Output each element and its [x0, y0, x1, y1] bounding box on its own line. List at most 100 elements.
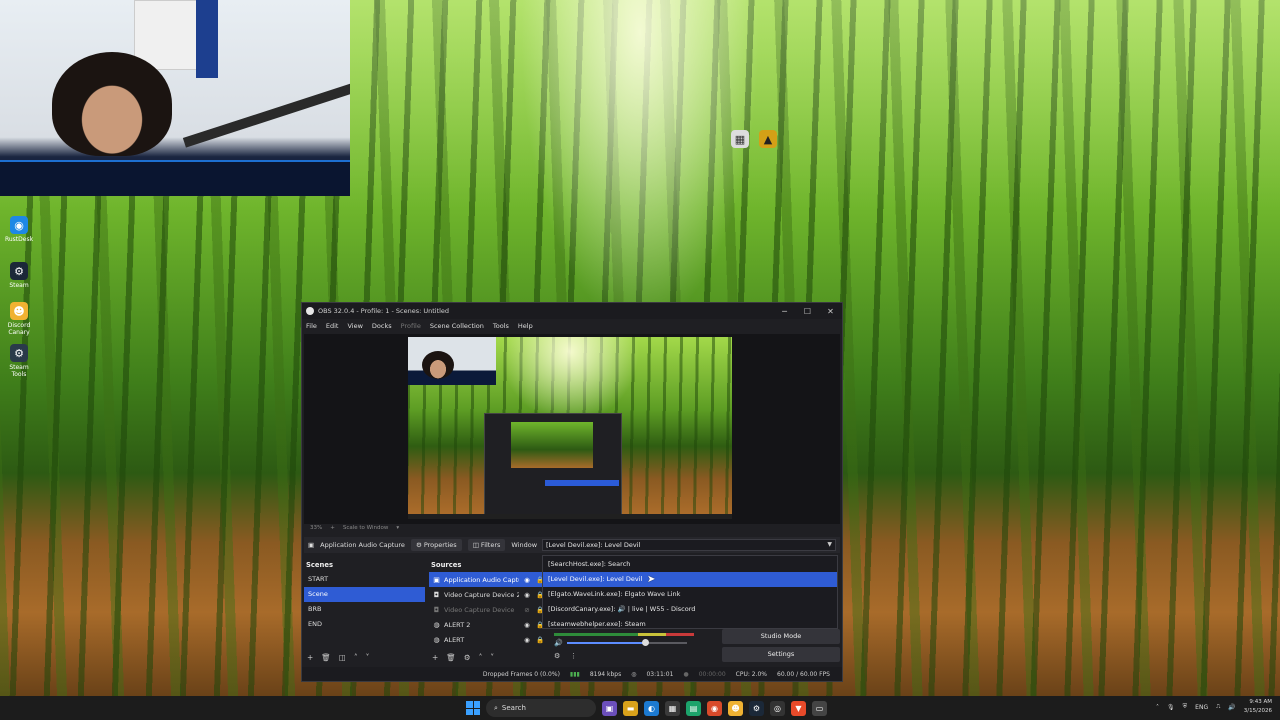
- eye-icon[interactable]: ◉: [522, 621, 532, 629]
- eye-icon[interactable]: ◉: [522, 576, 532, 584]
- store-icon[interactable]: ▦: [665, 700, 680, 716]
- desktop-icon-discord-canary[interactable]: ☻ Discord Canary: [1, 302, 37, 336]
- scale-label[interactable]: Scale to Window: [343, 525, 389, 531]
- zoom-label[interactable]: 33%: [310, 525, 322, 531]
- move-up-icon[interactable]: ˄: [354, 653, 358, 662]
- speaker-icon[interactable]: 🔊: [554, 639, 563, 647]
- plus-icon[interactable]: +: [330, 525, 335, 531]
- preview-status-row: 33% + Scale to Window ▾: [310, 525, 399, 531]
- move-down-icon[interactable]: ˅: [490, 653, 494, 662]
- camera-icon: ◘: [433, 590, 440, 599]
- add-icon[interactable]: +: [432, 653, 438, 662]
- menu-file[interactable]: File: [306, 322, 317, 330]
- gear-icon[interactable]: ⚙: [464, 653, 471, 662]
- menu-scene-collection[interactable]: Scene Collection: [430, 322, 484, 330]
- window-dropdown-list: [SearchHost.exe]: Search [Level Devil.ex…: [542, 555, 838, 629]
- trash-icon[interactable]: 🗑: [321, 653, 331, 662]
- add-icon[interactable]: +: [307, 653, 313, 662]
- lock-icon[interactable]: 🔒: [535, 636, 545, 644]
- file-explorer-icon[interactable]: ▬: [623, 700, 638, 716]
- menu-view[interactable]: View: [347, 322, 362, 330]
- eye-hidden-icon[interactable]: ⊘: [522, 606, 532, 614]
- taskbar-apps: ⌕ Search ▣ ▬ ◐ ▦ ▤ ◉ ☻ ⚙ ◎ ▼ ▭: [466, 699, 827, 717]
- filters-button[interactable]: ◫ Filters: [467, 539, 506, 551]
- desktop-icon-app[interactable]: ▲: [750, 130, 786, 150]
- menu-tools[interactable]: Tools: [493, 322, 509, 330]
- close-icon[interactable]: ✕: [819, 307, 842, 316]
- program-preview[interactable]: [408, 337, 732, 519]
- source-item[interactable]: ◍ ALERT 2 ◉ 🔒: [429, 617, 545, 632]
- move-up-icon[interactable]: ˄: [479, 653, 483, 662]
- filter-icon[interactable]: ◫: [339, 653, 346, 662]
- dropdown-option[interactable]: [Elgato.WaveLink.exe]: Elgato Wave Link: [543, 587, 837, 602]
- minimize-icon[interactable]: ─: [773, 307, 796, 316]
- chrome-icon[interactable]: ◉: [707, 700, 722, 716]
- mouse-cursor-icon: ➤: [647, 574, 656, 585]
- eye-icon[interactable]: ◉: [522, 636, 532, 644]
- clock[interactable]: 9:43 AM 3/15/2026: [1244, 698, 1272, 716]
- sources-header: Sources: [431, 561, 462, 569]
- monitor-app-icon[interactable]: ▭: [812, 700, 827, 716]
- desktop-icon-steam-tools[interactable]: ⚙ Steam Tools: [1, 344, 37, 378]
- volume-slider[interactable]: [566, 639, 687, 646]
- source-item[interactable]: ◘ Video Capture Device ⊘ 🔒: [429, 602, 545, 617]
- microphone-icon[interactable]: 🎙: [1167, 704, 1175, 711]
- cpu-usage: CPU: 2.0%: [735, 670, 768, 678]
- menu-docks[interactable]: Docks: [372, 322, 392, 330]
- taskbar-search[interactable]: ⌕ Search: [486, 699, 596, 717]
- maximize-icon[interactable]: ☐: [796, 307, 819, 316]
- webcam-banner: [196, 0, 218, 78]
- brave-icon[interactable]: ▼: [791, 700, 806, 716]
- edge-icon[interactable]: ◐: [644, 700, 659, 716]
- volume-icon[interactable]: 🔊: [1228, 704, 1235, 711]
- steam-icon[interactable]: ⚙: [749, 700, 764, 716]
- dropdown-option[interactable]: [steamwebhelper.exe]: Steam: [543, 617, 837, 632]
- scenes-list: START Scene BRB END: [304, 572, 425, 680]
- source-toolbar: ▣ Application Audio Capture ⚙ Properties…: [304, 537, 840, 553]
- volume-slider-knob[interactable]: [641, 639, 649, 646]
- language-indicator[interactable]: ENG: [1195, 704, 1208, 711]
- scene-item[interactable]: Scene: [304, 587, 425, 602]
- audio-source-icon: ▣: [433, 575, 440, 584]
- controls-panel: Studio Mode Settings: [722, 629, 840, 665]
- rustdesk-icon: ◉: [10, 216, 28, 234]
- start-button[interactable]: [466, 701, 480, 715]
- task-view-icon[interactable]: ▣: [602, 700, 617, 716]
- desktop-icon-rustdesk[interactable]: ◉ RustDesk: [1, 216, 37, 243]
- obs-statusbar: Dropped Frames 0 (0.0%) ▮▮▮ 8194 kbps ◎ …: [302, 667, 842, 681]
- network-icon[interactable]: ⎍: [1216, 703, 1220, 711]
- chevron-up-icon[interactable]: ˄: [1156, 704, 1159, 711]
- menu-help[interactable]: Help: [518, 322, 533, 330]
- bitrate: 8194 kbps: [589, 670, 622, 678]
- scene-item[interactable]: START: [304, 572, 425, 587]
- more-options-icon[interactable]: ⋮: [570, 652, 577, 660]
- chevron-down-icon[interactable]: ▾: [396, 525, 399, 531]
- preview-area: [304, 334, 840, 524]
- dropdown-option[interactable]: [DiscordCanary.exe]: 🔊 | live | W55 - Di…: [543, 602, 837, 617]
- shield-icon[interactable]: ⛨: [1183, 703, 1188, 711]
- move-down-icon[interactable]: ˅: [366, 653, 370, 662]
- source-item[interactable]: ◘ Video Capture Device 2 ◉ 🔒: [429, 587, 545, 602]
- camera-icon: ◘: [433, 605, 440, 614]
- obs-icon[interactable]: ◎: [770, 700, 785, 716]
- menu-profile[interactable]: Profile: [401, 322, 421, 330]
- image-file-icon: ▦: [731, 130, 749, 148]
- settings-button[interactable]: Settings: [722, 647, 840, 662]
- source-item[interactable]: ◍ ALERT ◉ 🔒: [429, 632, 545, 647]
- window-select[interactable]: [Level Devil.exe]: Level Devil ▼: [542, 539, 836, 551]
- spreadsheet-icon[interactable]: ▤: [686, 700, 701, 716]
- menu-edit[interactable]: Edit: [326, 322, 339, 330]
- desktop-icon-steam[interactable]: ⚙ Steam: [1, 262, 37, 289]
- mixer-settings-icon[interactable]: ⚙: [554, 652, 560, 660]
- chevron-down-icon: ▼: [827, 541, 832, 548]
- source-item[interactable]: ▣ Application Audio Captu ◉ 🔒: [429, 572, 545, 587]
- scene-item[interactable]: END: [304, 617, 425, 632]
- properties-button[interactable]: ⚙ Properties: [410, 539, 462, 551]
- dropdown-option[interactable]: [SearchHost.exe]: Search: [543, 557, 837, 572]
- discord-canary-icon[interactable]: ☻: [728, 700, 743, 716]
- trash-icon[interactable]: 🗑: [446, 653, 456, 662]
- dropdown-option[interactable]: [Level Devil.exe]: Level Devil: [543, 572, 837, 587]
- eye-icon[interactable]: ◉: [522, 591, 532, 599]
- window-select-value: [Level Devil.exe]: Level Devil: [546, 541, 641, 549]
- scene-item[interactable]: BRB: [304, 602, 425, 617]
